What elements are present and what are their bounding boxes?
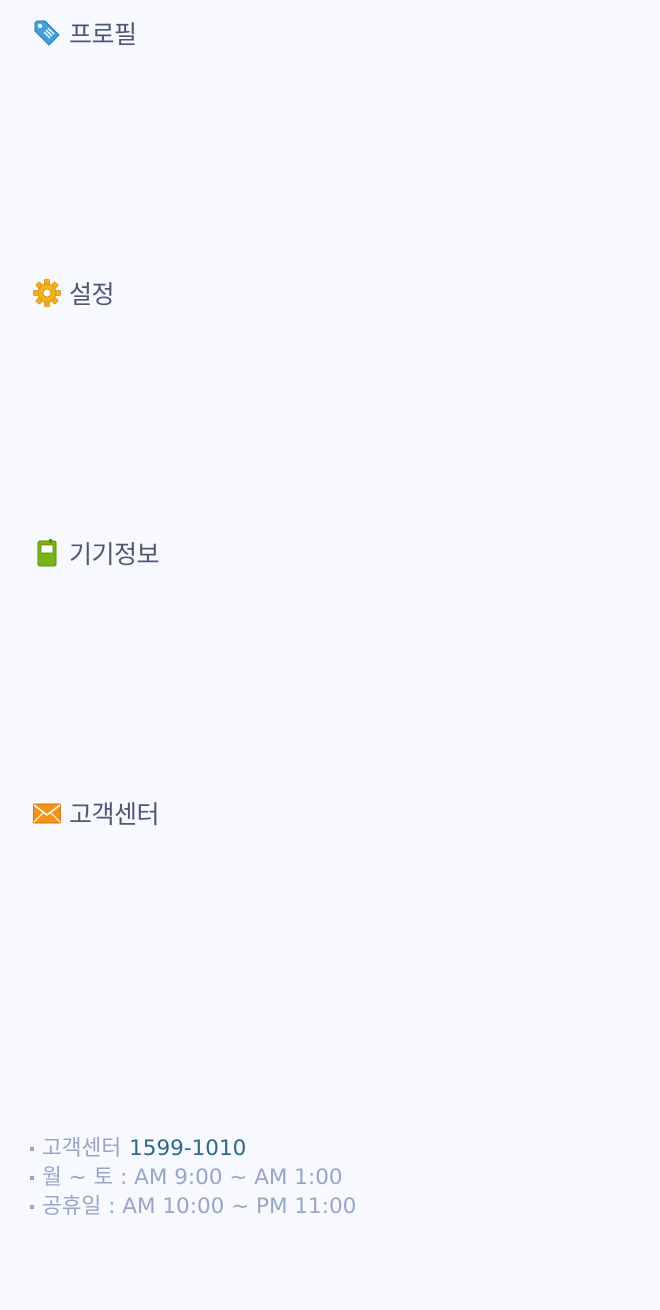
support-info: 고객센터 1599-1010 월 ~ 토 : AM 9:00 ~ AM 1:00… [30, 1134, 356, 1221]
menu-item-label: 설정 [69, 280, 115, 309]
support-phone-link[interactable]: 1599-1010 [129, 1134, 246, 1163]
weekday-hours-row: 월 ~ 토 : AM 9:00 ~ AM 1:00 [30, 1163, 356, 1192]
tag-icon [32, 18, 62, 48]
menu-item-customer-center[interactable]: 고객센터 [32, 797, 160, 829]
gear-icon [32, 278, 62, 308]
menu-item-device-info[interactable]: 기기정보 [32, 537, 160, 569]
menu-item-label: 프로필 [69, 20, 137, 49]
menu-item-label: 기기정보 [69, 540, 160, 569]
bullet-icon [30, 1175, 34, 1180]
holiday-hours-row: 공휴일 : AM 10:00 ~ PM 11:00 [30, 1192, 356, 1221]
envelope-icon [32, 798, 62, 828]
weekday-hours: 월 ~ 토 : AM 9:00 ~ AM 1:00 [42, 1165, 343, 1190]
menu-item-profile[interactable]: 프로필 [32, 17, 137, 49]
holiday-hours: 공휴일 : AM 10:00 ~ PM 11:00 [42, 1194, 357, 1219]
menu-item-label: 고객센터 [69, 800, 160, 829]
support-contact-row: 고객센터 1599-1010 [30, 1134, 356, 1163]
bullet-icon [30, 1204, 34, 1209]
support-label: 고객센터 [42, 1136, 122, 1161]
bullet-icon [30, 1146, 34, 1151]
device-icon [32, 538, 62, 568]
menu-item-settings[interactable]: 설정 [32, 277, 115, 309]
